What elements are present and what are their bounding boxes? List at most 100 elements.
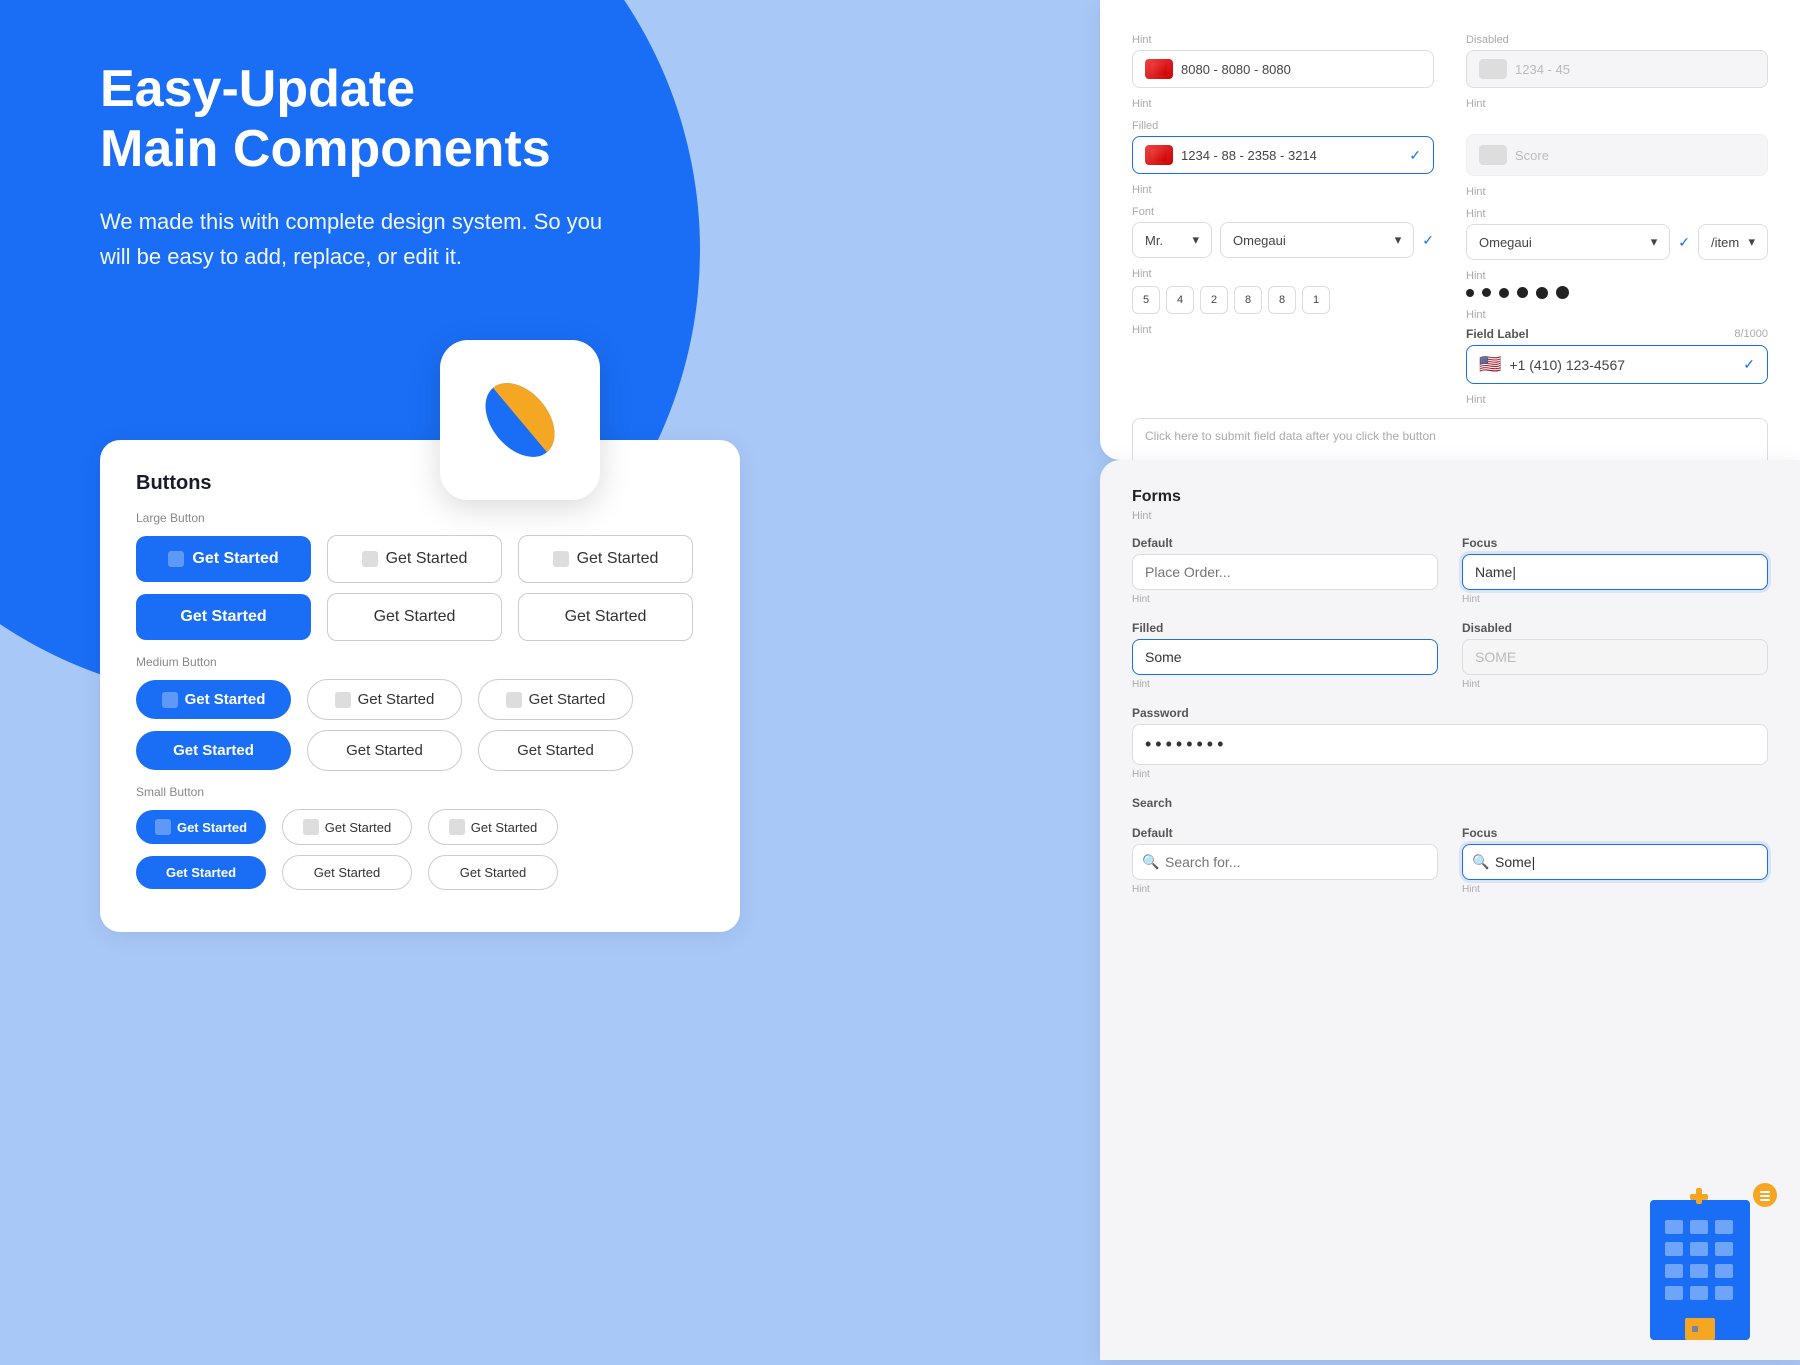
large-button-label: Large Button [136, 511, 704, 525]
search-focus-label: Focus [1462, 826, 1768, 840]
card-number-filled: 1234 - 88 - 2358 - 3214 [1181, 148, 1401, 163]
card-number-filled-field[interactable]: 1234 - 88 - 2358 - 3214 ✓ [1132, 136, 1434, 174]
get-started-outline-small-2[interactable]: Get Started [428, 855, 558, 890]
font-size-btn-5[interactable]: 5 [1132, 286, 1160, 314]
card-hint-label: Hint [1132, 34, 1434, 46]
get-started-outline-medium-icon-1[interactable]: Get Started [307, 679, 462, 720]
search-focus-wrap: 🔍 [1462, 844, 1768, 880]
card-chip-2 [1479, 145, 1507, 165]
phone-field[interactable]: 🇺🇸 +1 (410) 123-4567 ✓ [1466, 345, 1768, 384]
default-input[interactable] [1132, 554, 1438, 590]
hero-title: Easy-UpdateMain Components [100, 60, 620, 180]
filled-input[interactable] [1132, 639, 1438, 675]
large-button-row-1: Get Started Get Started Get Started [136, 535, 704, 583]
get-started-outline-large-1[interactable]: Get Started [327, 593, 502, 641]
default-label: Default [1132, 536, 1438, 550]
button-icon [162, 692, 178, 708]
field-textarea[interactable]: Click here to submit field data after yo… [1132, 418, 1768, 460]
get-started-outline-medium-2[interactable]: Get Started [478, 730, 633, 771]
form-group-disabled: Disabled Hint [1462, 621, 1768, 690]
button-icon [362, 551, 378, 567]
search-icon: 🔍 [1142, 854, 1159, 871]
get-started-outline-large-icon-2[interactable]: Get Started [518, 535, 693, 583]
card-chip-disabled [1479, 59, 1507, 79]
char-count: 8/1000 [1734, 328, 1768, 340]
card-disabled-label: Disabled [1466, 34, 1768, 46]
get-started-primary-medium-icon[interactable]: Get Started [136, 680, 291, 719]
font-dot-6 [1556, 286, 1569, 299]
capsule-icon-card [440, 340, 600, 500]
search-focus-input[interactable] [1462, 844, 1768, 880]
button-icon [303, 819, 319, 835]
get-started-outline-small-icon-1[interactable]: Get Started [282, 809, 412, 845]
get-started-outline-large-icon-1[interactable]: Get Started [327, 535, 502, 583]
disabled-hint: Hint [1462, 679, 1768, 690]
default-hint: Hint [1132, 594, 1438, 605]
card-chip-filled [1145, 145, 1173, 165]
font-family-select[interactable]: Omegaui ▾ [1220, 222, 1414, 258]
get-started-outline-medium-1[interactable]: Get Started [307, 730, 462, 771]
font-family-select-2[interactable]: Omegaui ▾ [1466, 224, 1670, 260]
get-started-primary-large[interactable]: Get Started [136, 594, 311, 640]
form-group-filled: Filled Hint [1132, 621, 1438, 690]
small-button-row-2: Get Started Get Started Get Started [136, 855, 704, 890]
font-size-btn-1[interactable]: 1 [1302, 286, 1330, 314]
get-started-outline-medium-icon-2[interactable]: Get Started [478, 679, 633, 720]
get-started-primary-small-icon[interactable]: Get Started [136, 810, 266, 844]
unit-select[interactable]: /item ▾ [1698, 224, 1768, 260]
font-dots-row [1466, 286, 1768, 299]
card-number-hint-field[interactable]: 8080 - 8080 - 8080 [1132, 50, 1434, 88]
font-size-btn-8a[interactable]: 8 [1234, 286, 1262, 314]
building-svg [1620, 1160, 1800, 1360]
dots-hint: Hint [1466, 309, 1768, 321]
card-chip-hint [1145, 59, 1173, 79]
font-size-btn-8b[interactable]: 8 [1268, 286, 1296, 314]
get-started-outline-small-1[interactable]: Get Started [282, 855, 412, 890]
form-group-search-default: Default 🔍 Hint [1132, 826, 1438, 895]
get-started-primary-large-icon[interactable]: Get Started [136, 536, 311, 582]
get-started-primary-small[interactable]: Get Started [136, 856, 266, 889]
chevron-down-icon: ▾ [1748, 234, 1755, 250]
button-icon [335, 692, 351, 708]
font-dot-4 [1517, 287, 1528, 298]
buttons-panel-title: Buttons [136, 472, 704, 495]
medium-button-label: Medium Button [136, 655, 704, 669]
card-disabled-field-2: Score [1466, 134, 1768, 176]
flag-icon: 🇺🇸 [1479, 354, 1501, 375]
search-focus-hint: Hint [1462, 884, 1768, 895]
card-number-disabled-field: 1234 - 45 [1466, 50, 1768, 88]
disabled-label: Disabled [1462, 621, 1768, 635]
card-number-disabled: 1234 - 45 [1515, 62, 1755, 77]
disabled-score: Score [1515, 148, 1549, 163]
password-input[interactable] [1132, 724, 1768, 765]
font-size-btn-4[interactable]: 4 [1166, 286, 1194, 314]
search-section-header: Search [1132, 796, 1768, 810]
disabled-input [1462, 639, 1768, 675]
password-label: Password [1132, 706, 1768, 720]
font-hint-label: Hint [1132, 268, 1434, 280]
focus-input[interactable] [1462, 554, 1768, 590]
font-size-btn-2[interactable]: 2 [1200, 286, 1228, 314]
font-label: Font [1132, 206, 1434, 218]
search-default-hint: Hint [1132, 884, 1438, 895]
check-icon-2: ✓ [1678, 234, 1690, 251]
get-started-outline-large-2[interactable]: Get Started [518, 593, 693, 641]
button-icon [553, 551, 569, 567]
medium-button-row-1: Get Started Get Started Get Started [136, 679, 704, 720]
search-icon-focus: 🔍 [1472, 854, 1489, 871]
get-started-outline-small-icon-2[interactable]: Get Started [428, 809, 558, 845]
buttons-panel: Buttons Large Button Get Started Get Sta… [100, 440, 740, 932]
phone-check-icon: ✓ [1743, 356, 1755, 373]
small-button-label: Small Button [136, 785, 704, 799]
disabled-hint: Hint [1466, 98, 1768, 110]
building-illustration [1620, 1160, 1800, 1360]
chevron-down-icon: ▾ [1192, 232, 1199, 248]
font-dot-1 [1466, 289, 1474, 297]
font-right-label: Hint [1466, 208, 1768, 220]
get-started-primary-medium[interactable]: Get Started [136, 731, 291, 770]
focus-hint: Hint [1462, 594, 1768, 605]
title-select[interactable]: Mr. ▾ [1132, 222, 1212, 258]
search-default-input[interactable] [1132, 844, 1438, 880]
phone-hint: Hint [1466, 394, 1768, 406]
font-size-row: 5 4 2 8 8 1 [1132, 286, 1434, 314]
